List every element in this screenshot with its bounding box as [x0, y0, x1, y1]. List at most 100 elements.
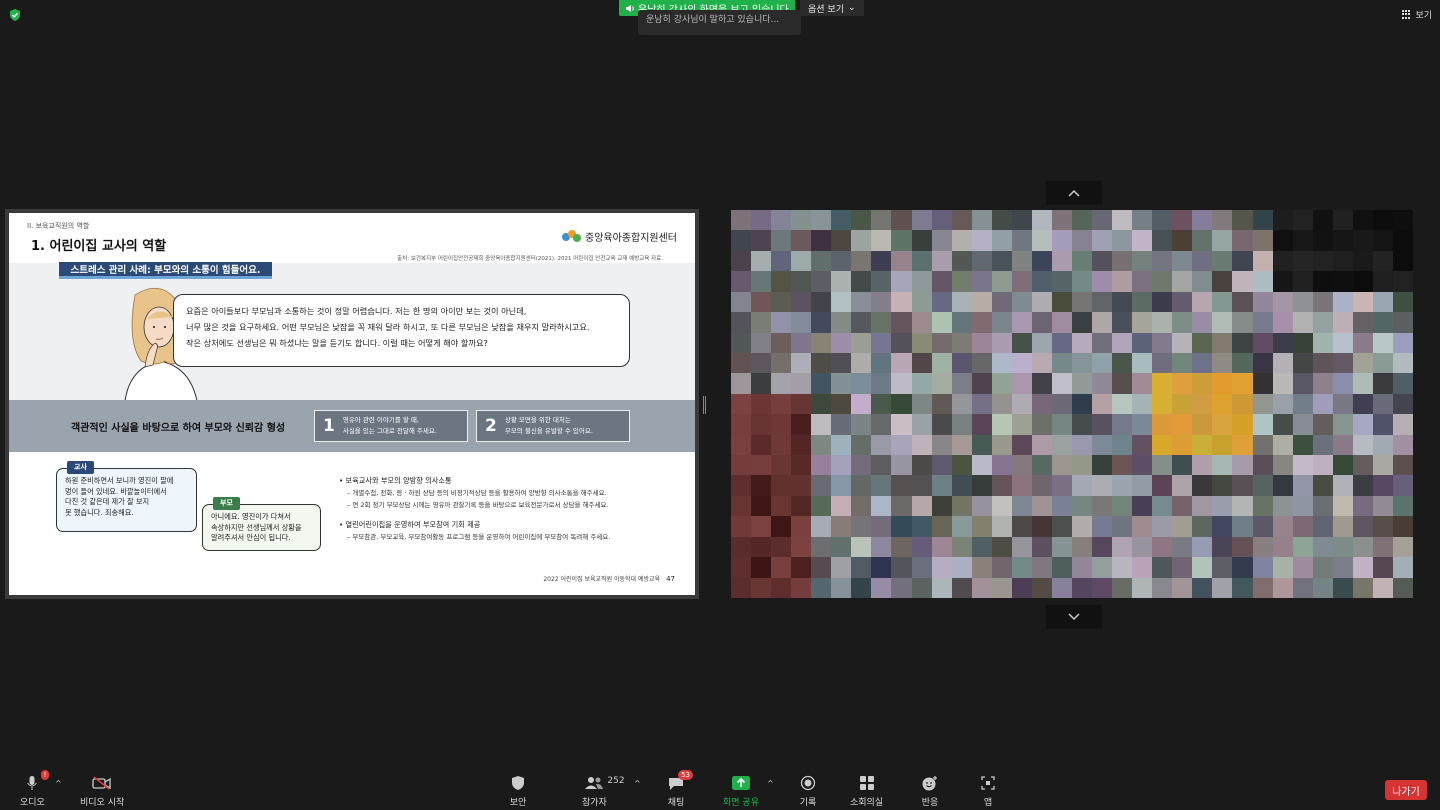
participants-count: 252 — [607, 776, 625, 786]
chevron-down-icon: ⌄ — [847, 3, 856, 13]
apps-icon — [977, 773, 999, 793]
speaker-icon — [626, 4, 634, 12]
split-resize-handle[interactable] — [703, 396, 706, 414]
dialog-line: 아니에요. 영진이가 다쳐서 — [211, 512, 291, 521]
breakout-rooms-label: 소회의실 — [850, 798, 884, 808]
view-button-label: 보기 — [1415, 11, 1432, 21]
center-logo: 중앙육아종합지원센터 — [562, 229, 677, 244]
center-logo-icon — [562, 229, 582, 244]
dialog-line: 못 했습니다. 죄송해요. — [65, 507, 134, 517]
trust-band: 객관적인 사실을 바탕으로 하여 부모와 신뢰감 형성 1 영유아 관련 이야기… — [9, 400, 695, 452]
share-options-caret[interactable]: ^ — [767, 779, 774, 788]
speech-line: 요즘은 아이들보다 부모님과 소통하는 것이 정말 어렵습니다. 저는 한 명의… — [186, 306, 527, 316]
dialog-line: 속상하지만 선생님께서 상황을 — [211, 522, 302, 532]
security-button[interactable]: 보안 — [507, 773, 529, 808]
dialog-line: 하원 준비하면서 보니까 영진이 팔에 — [65, 476, 174, 485]
participants-label: 참가자 — [582, 798, 607, 808]
breakout-rooms-icon — [856, 773, 878, 793]
dialog-line: 멍이 들어 있네요. 바깥놀이터에서 — [65, 486, 167, 496]
participants-icon: 252 — [583, 773, 625, 793]
share-screen-label: 화면 공유 — [723, 798, 759, 808]
tip-number: 1 — [323, 416, 335, 436]
view-options-dropdown[interactable]: 옵션 보기 ⌄ — [800, 0, 864, 16]
meeting-toolbar: ! 오디오 ^ 비디오 시작 보안 252 참가자 ^ 53 채팅 화면 공유 … — [0, 765, 1440, 810]
bullet-sub: – 연 2회 정기 부모상담 시에는 영유아 관찰기록 등을 바탕으로 보육전문… — [347, 501, 609, 509]
record-icon — [797, 773, 819, 793]
slide-footer: 2022 어린이집 보육교직원 아동학대 예방교육 47 — [543, 574, 675, 584]
parent-tag: 부모 — [213, 497, 240, 510]
chevron-up-icon — [1068, 189, 1080, 197]
bullet-text: 보육교사와 부모의 양방향 의사소통 — [345, 476, 452, 485]
tip-number: 2 — [485, 416, 497, 436]
video-off-icon — [91, 773, 113, 793]
shared-screen[interactable]: II. 보육교직원의 역할 1. 어린이집 교사의 역할 중앙육아종합지원센터 … — [5, 209, 699, 599]
teacher-dialog-bubble: 교사 하원 준비하면서 보니까 영진이 팔에 멍이 들어 있네요. 바깥놀이터에… — [56, 461, 197, 532]
footer-text: 2022 어린이집 보육교직원 아동학대 예방교육 — [543, 576, 661, 583]
slide-source: 출처: 보건복지부 어린이집안전공제회 중앙육아종합지원센터(2021). 20… — [397, 256, 663, 262]
leave-button[interactable]: 나가기 — [1385, 780, 1427, 800]
breakout-rooms-button[interactable]: 소회의실 — [850, 773, 883, 808]
tip-card: 1 영유아 관련 이야기를 할 때, 사실을 있는 그대로 전달해 주세요. — [314, 410, 468, 442]
parent-dialog-bubble: 부모 아니에요. 영진이가 다쳐서 속상하지만 선생님께서 상황을 알려주셔서 … — [202, 497, 321, 551]
reactions-label: 반응 — [921, 798, 939, 808]
share-screen-button[interactable]: 화면 공유 — [723, 773, 759, 808]
speech-line: 작은 상처에도 선생님은 뭐 하셨냐는 말을 듣기도 합니다. 이럴 때는 어떻… — [186, 338, 488, 348]
start-video-label: 비디오 시작 — [80, 798, 125, 808]
tip-text: 영유아 관련 이야기를 할 때, 사실을 있는 그대로 전달해 주세요. — [343, 415, 437, 437]
speaker-notice: 운남히 강사님이 말하고 있습니다... — [638, 10, 801, 35]
dialog-line: 다친 것 같은데 제가 잘 보지 — [65, 497, 150, 506]
bullet-item: • 열린어린이집을 운영하여 부모참여 기회 제공 — [339, 520, 481, 529]
zoom-meeting-window: 운남히 강사의 화면을 보고 있습니다 옵션 보기 ⌄ 운남히 강사님이 말하고… — [0, 0, 1440, 810]
chat-unread-badge: 53 — [678, 770, 693, 780]
tip-text: 상황 모면을 위한 대처는 부모의 불신을 유발할 수 있어요. — [505, 415, 593, 437]
speech-line: 너무 많은 것을 요구하세요. 어떤 부모님은 낮잠을 꼭 재워 달라 하시고,… — [186, 322, 590, 332]
audio-button[interactable]: ! 오디오 — [20, 770, 50, 808]
share-screen-icon — [730, 773, 752, 793]
shield-icon — [507, 773, 529, 793]
emoji-plus-icon — [919, 773, 941, 793]
slide-section-label: II. 보육교직원의 역할 — [27, 222, 90, 230]
encryption-shield-icon[interactable] — [8, 8, 22, 22]
teacher-tag: 교사 — [67, 461, 94, 474]
tip-card: 2 상황 모면을 위한 대처는 부모의 불신을 유발할 수 있어요. — [476, 410, 630, 442]
participants-options-caret[interactable]: ^ — [634, 779, 641, 788]
reactions-button[interactable]: 반응 — [919, 773, 941, 808]
chevron-down-icon — [1068, 613, 1080, 621]
slide-title: 1. 어린이집 교사의 역할 — [31, 239, 167, 254]
presentation-slide: II. 보육교직원의 역할 1. 어린이집 교사의 역할 중앙육아종합지원센터 … — [9, 213, 695, 595]
gallery-prev-button[interactable] — [1046, 181, 1102, 205]
page-number: 47 — [666, 574, 675, 583]
bullet-sub: – 개별수첩, 전화, 등 · 하원 상담 등의 비정기적상담 등을 활용하여 … — [347, 489, 607, 497]
start-video-button[interactable]: 비디오 시작 — [80, 773, 124, 808]
chat-button[interactable]: 53 채팅 — [665, 770, 693, 808]
audio-warning-badge: ! — [40, 770, 50, 780]
participant-video-pixelated[interactable] — [731, 210, 1413, 598]
tip-line: 사실을 있는 그대로 전달해 주세요. — [342, 427, 437, 435]
chat-icon: 53 — [665, 770, 693, 793]
view-button[interactable]: 보기 — [1402, 8, 1432, 21]
band-title: 객관적인 사실을 바탕으로 하여 부모와 신뢰감 형성 — [71, 423, 286, 434]
grid-view-icon — [1402, 10, 1411, 19]
teacher-speech-bubble: 요즘은 아이들보다 부모님과 소통하는 것이 정말 어렵습니다. 저는 한 명의… — [173, 294, 630, 367]
audio-options-caret[interactable]: ^ — [55, 779, 62, 788]
tip-line: 부모의 불신을 유발할 수 있어요. — [504, 427, 593, 435]
bullet-sub: – 부모참관, 부모교육, 부모참여활동 프로그램 등을 운영하여 어린이집에 … — [347, 533, 611, 541]
center-logo-text: 중앙육아종합지원센터 — [585, 233, 677, 244]
tip-line: 영유아 관련 이야기를 할 때, — [342, 416, 419, 424]
participants-button[interactable]: 252 참가자 — [582, 773, 625, 808]
audio-label: 오디오 — [20, 798, 45, 808]
guidance-list: • 보육교사와 부모의 양방향 의사소통 – 개별수첩, 전화, 등 · 하원 … — [339, 475, 610, 543]
apps-button[interactable]: 앱 — [977, 773, 999, 808]
bullet-item: • 보육교사와 부모의 양방향 의사소통 — [339, 476, 452, 485]
security-label: 보안 — [509, 798, 527, 808]
view-options-label: 옵션 보기 — [808, 4, 844, 15]
stress-case-heading: 스트레스 관리 사례: 부모와의 소통이 힘들어요. — [59, 262, 272, 279]
dialog-line: 알려주셔서 안심이 됩니다. — [211, 533, 291, 542]
bullet-text: 열린어린이집을 운영하여 부모참여 기회 제공 — [345, 520, 481, 529]
chat-label: 채팅 — [667, 798, 685, 808]
gallery-next-button[interactable] — [1046, 605, 1102, 629]
apps-label: 앱 — [983, 798, 993, 808]
record-button[interactable]: 기록 — [797, 773, 819, 808]
tip-line: 상황 모면을 위한 대처는 — [504, 416, 571, 424]
microphone-icon: ! — [21, 770, 50, 793]
